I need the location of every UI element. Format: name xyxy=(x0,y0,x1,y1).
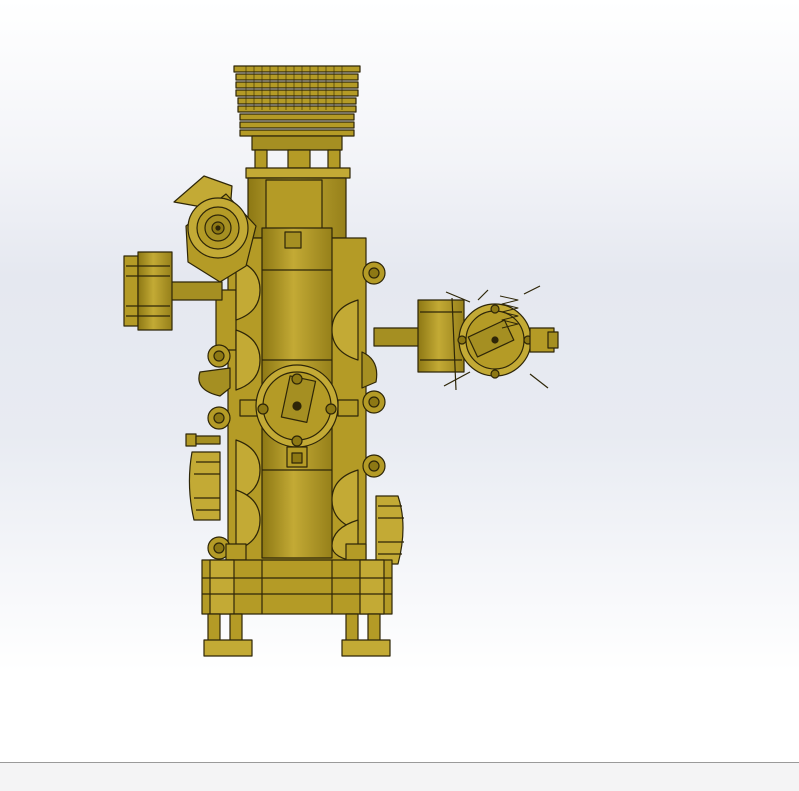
engine-model[interactable] xyxy=(0,0,799,762)
cylinder-neck xyxy=(245,135,351,179)
carburetor xyxy=(173,175,257,283)
base-legs xyxy=(203,613,391,657)
lower-right-pulley xyxy=(375,495,404,565)
lower-left-pulley xyxy=(185,433,221,521)
status-bar xyxy=(0,762,799,791)
cylinder-head-fins xyxy=(233,65,361,137)
graphics-viewport[interactable] xyxy=(0,0,799,762)
right-valve-assembly xyxy=(373,285,559,391)
